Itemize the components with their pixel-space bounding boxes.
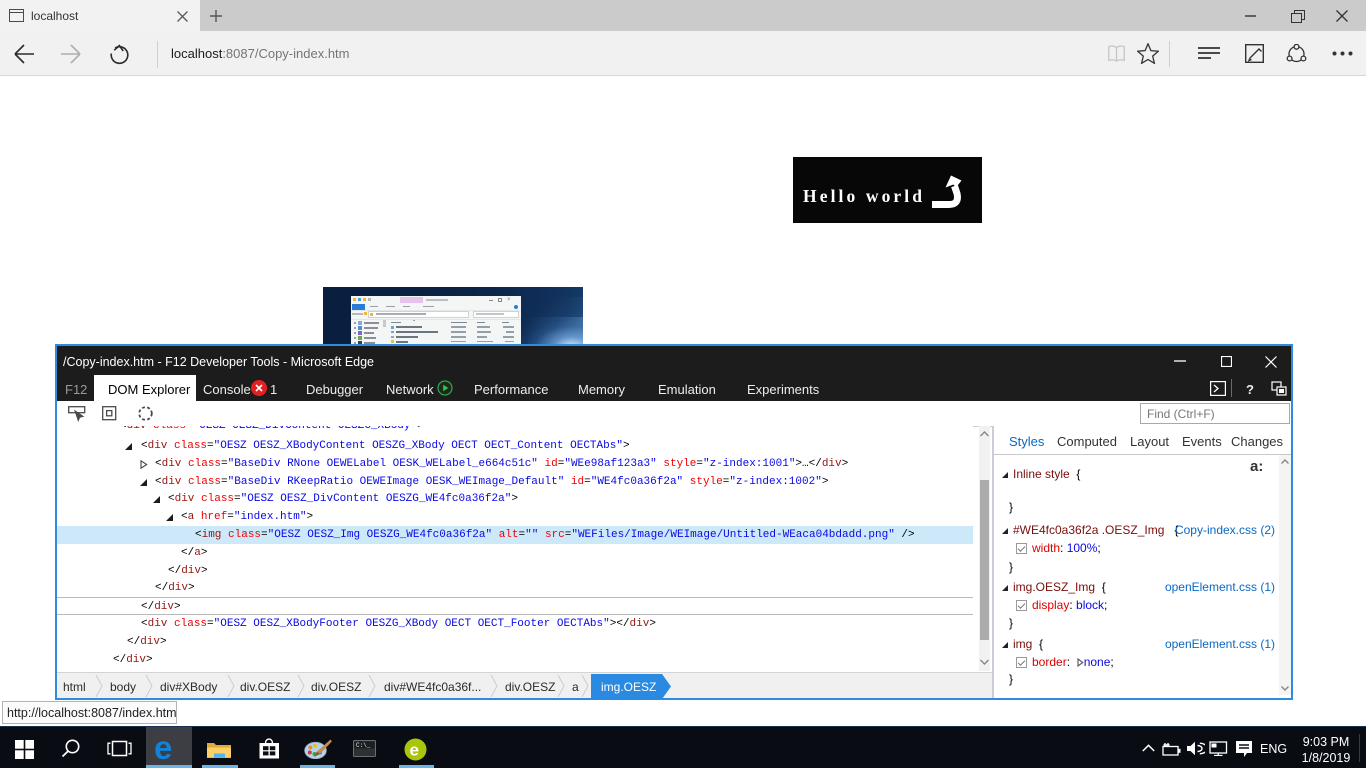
svg-text:C:\_: C:\_: [356, 742, 371, 749]
svg-text:e: e: [410, 741, 419, 760]
